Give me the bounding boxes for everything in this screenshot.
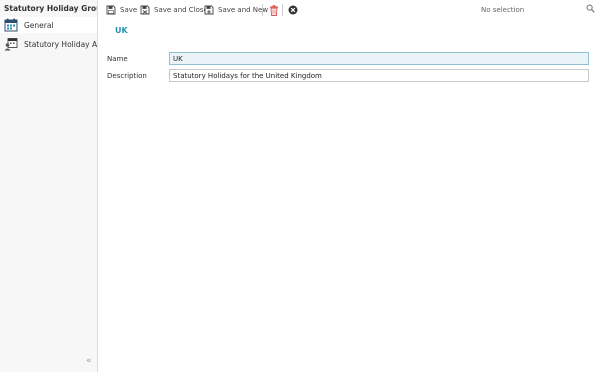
calendar-people-icon [4,37,18,51]
sidebar: Statutory Holiday Group General Statutor… [0,0,98,372]
record-title: UK [115,26,128,35]
description-field[interactable] [169,69,589,82]
sidebar-title: Statutory Holiday Group [4,4,98,13]
save-and-close-label: Save and Close [154,6,208,14]
toolbar-divider [282,4,283,16]
save-and-close-icon [140,5,150,15]
save-and-new-icon [204,5,214,15]
selection-value: No selection [481,6,525,14]
sidebar-item-label: General [24,20,54,30]
save-and-close-button[interactable]: Save and Close [140,4,208,16]
selection-search-field[interactable]: No selection [477,3,597,16]
save-and-new-label: Save and New [218,6,269,14]
save-label: Save [120,6,138,14]
sidebar-item-label: Statutory Holiday Assig [24,39,98,49]
close-circle-icon [288,5,298,15]
toolbar: Save Save and Close Save and New No sele… [98,0,600,20]
save-icon [106,5,116,15]
sidebar-item-general[interactable]: General [0,17,97,33]
save-button[interactable]: Save [106,4,137,16]
sidebar-item-statutory-holiday-assignments[interactable]: Statutory Holiday Assig [0,36,98,52]
delete-button[interactable] [269,4,279,16]
search-icon[interactable] [586,4,595,15]
calendar-icon [4,18,18,32]
double-chevron-left-icon[interactable]: « [86,357,92,366]
toolbar-divider [262,4,263,16]
close-button[interactable] [288,4,298,16]
save-and-new-button[interactable]: Save and New [204,4,268,16]
name-field[interactable] [169,52,589,65]
name-label: Name [107,55,128,63]
description-label: Description [107,72,147,80]
trash-icon [270,4,278,16]
